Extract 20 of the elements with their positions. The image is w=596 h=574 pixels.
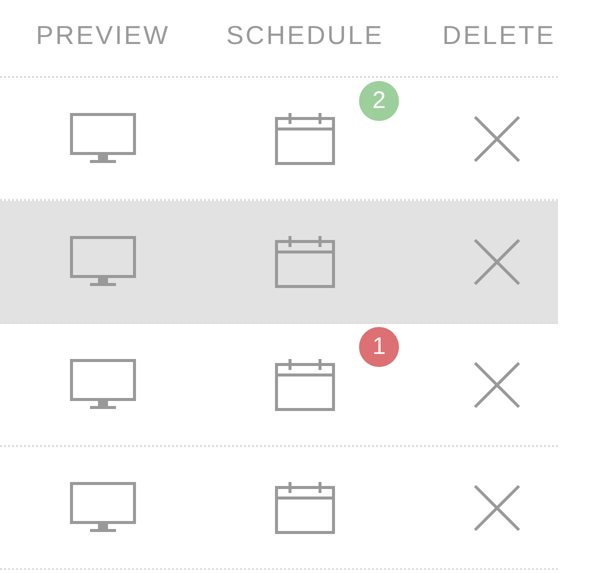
column-header: SCHEDULE — [226, 20, 384, 50]
close-icon[interactable] — [473, 484, 521, 532]
column-header: PREVIEW — [36, 20, 170, 50]
close-icon[interactable] — [473, 360, 521, 408]
table-row[interactable]: 1 — [0, 324, 558, 447]
close-icon[interactable] — [473, 114, 521, 162]
count-badge: 2 — [359, 80, 399, 120]
column-header: DELETE — [442, 20, 556, 50]
monitor-icon[interactable] — [70, 236, 136, 288]
calendar-icon[interactable] — [275, 358, 335, 410]
calendar-icon[interactable] — [275, 482, 335, 534]
count-badge: 1 — [359, 326, 399, 366]
monitor-icon[interactable] — [70, 112, 136, 164]
close-icon[interactable] — [473, 238, 521, 286]
monitor-icon[interactable] — [70, 358, 136, 410]
table-row[interactable] — [0, 201, 558, 324]
calendar-icon[interactable] — [275, 236, 335, 288]
calendar-icon[interactable] — [275, 112, 335, 164]
monitor-icon[interactable] — [70, 482, 136, 534]
table-row[interactable]: 2 — [0, 78, 558, 201]
